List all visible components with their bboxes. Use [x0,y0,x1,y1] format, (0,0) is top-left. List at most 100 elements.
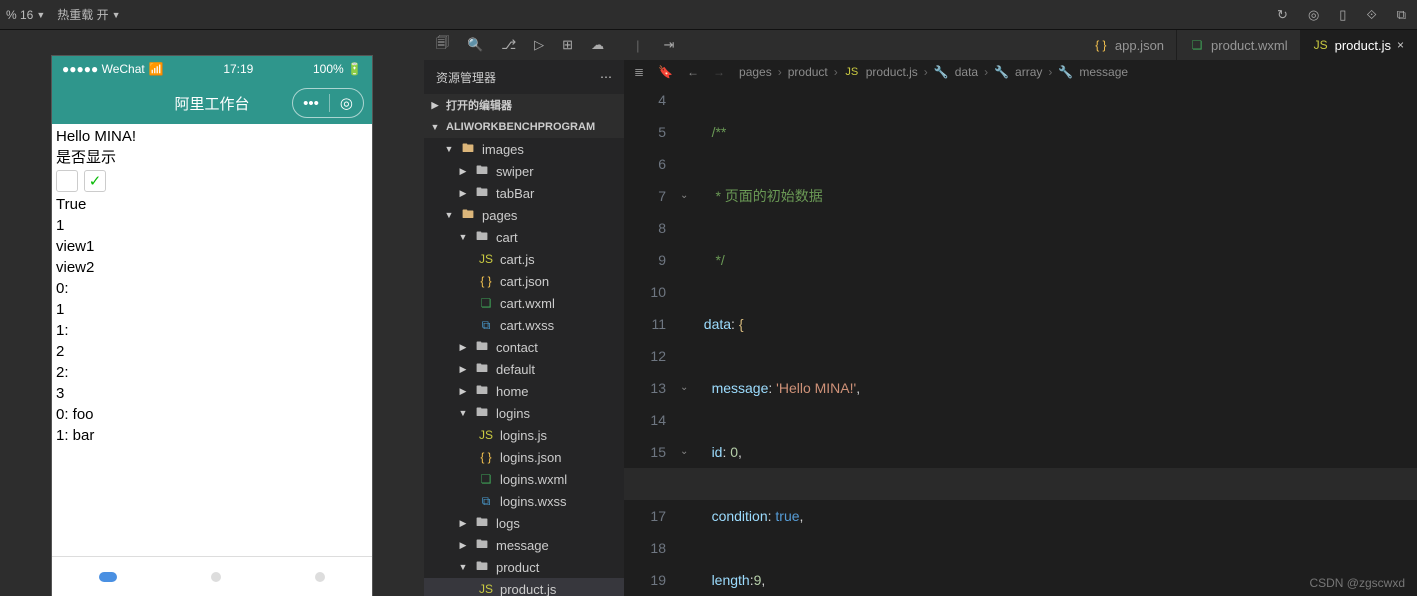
editor-indicator-icon[interactable]: ≣ [634,65,644,79]
files-icon[interactable]: 🗐 [436,34,449,56]
line-gutter: 4 5 6 7 8 9 10 11 12 13 14 15 16 17 [624,84,680,596]
folder-images[interactable]: ▼🖿images [424,138,624,160]
folder-home[interactable]: ▶🖿home [424,380,624,402]
section-project[interactable]: ▼ALIWORKBENCHPROGRAM [424,116,624,138]
text-line: 1 [56,299,368,320]
phone-body: Hello MINA! 是否显示 ✓ True 1 view1 view2 0:… [52,124,372,556]
tab-productwxml[interactable]: ❏ product.wxml [1177,30,1301,60]
code-content[interactable]: /** * 页面的初始数据 */ data: { message: 'Hello… [696,84,1417,596]
checkbox-checked[interactable]: ✓ [84,170,106,192]
file-cartwxml[interactable]: ❏cart.wxml [424,292,624,314]
phone-nav: 阿里工作台 ••• ◎ [52,82,372,124]
debug-icon[interactable]: ▷ [534,37,544,53]
target-icon[interactable]: ◎ [340,94,353,112]
file-tree: ▼🖿images ▶🖿swiper ▶🖿tabBar ▼🖿pages ▼🖿car… [424,138,624,596]
file-cartjs[interactable]: JScart.js [424,248,624,270]
text-line: view1 [56,236,368,257]
folder-tabbar[interactable]: ▶🖿tabBar [424,182,624,204]
tab-dot[interactable] [315,572,325,582]
json-icon: { } [478,274,494,288]
text-line: Hello MINA! [56,126,368,147]
folder-icon: 🖿 [460,139,476,160]
checkbox-unchecked[interactable] [56,170,78,192]
tab-dot-active[interactable] [99,572,117,582]
folder-icon: 🖿 [474,183,490,204]
phone-frame: ●●●●● WeChat📶 17:19 100% 🔋 阿里工作台 ••• ◎ H… [52,56,372,596]
wxss-icon: ⧉ [478,494,494,509]
wxml-icon: ❏ [478,296,494,310]
symbol-icon: 🔧 [934,65,949,79]
page-title: 阿里工作台 [174,93,249,114]
breadcrumb[interactable]: pages› product› JSproduct.js› 🔧data› 🔧ar… [739,65,1128,79]
more-icon[interactable]: ••• [303,95,319,112]
code-area[interactable]: 4 5 6 7 8 9 10 11 12 13 14 15 16 17 [624,84,1417,596]
search-icon[interactable]: 🔍 [467,37,483,53]
text-line: 0: foo [56,404,368,425]
file-cartwxss[interactable]: ⧉cart.wxss [424,314,624,336]
file-cartjson[interactable]: { }cart.json [424,270,624,292]
wxml-icon: ❏ [1189,38,1205,52]
app-top-toolbar: % 16▼ 热重载 开▼ ↻ ◎ ▯ ⟐ ⧉ [0,0,1417,30]
symbol-icon: 🔧 [1058,65,1073,79]
folder-icon: 🖿 [474,513,490,534]
phone-clock: 17:19 [223,62,253,76]
tab-dot[interactable] [211,572,221,582]
popout-icon[interactable]: ⧉ [1397,7,1406,23]
tab-productjs[interactable]: JS product.js × [1301,30,1417,60]
js-icon: JS [1313,38,1329,52]
folder-icon: 🖿 [460,205,476,226]
folder-icon: 🖿 [474,381,490,402]
folder-icon: 🖿 [474,161,490,182]
cloud-icon[interactable]: ☁ [591,37,604,53]
section-open-editors[interactable]: ▶打开的编辑器 [424,94,624,116]
js-icon: JS [478,428,494,442]
file-loginswxml[interactable]: ❏logins.wxml [424,468,624,490]
hot-reload-dropdown[interactable]: 热重载 开▼ [57,6,120,23]
folder-icon: 🖿 [474,227,490,248]
folder-icon: 🖿 [474,337,490,358]
refresh-icon[interactable]: ↻ [1277,7,1288,23]
more-icon[interactable]: ⋯ [600,70,612,84]
folder-logs[interactable]: ▶🖿logs [424,512,624,534]
folder-icon: 🖿 [474,403,490,424]
text-line: 2 [56,341,368,362]
folder-icon: 🖿 [474,557,490,578]
bookmark-icon[interactable]: 🔖 [658,65,673,79]
tool-icon[interactable]: ⟐ [1366,7,1376,23]
menu-capsule[interactable]: ••• ◎ [292,88,364,118]
text-line: True [56,194,368,215]
extensions-icon[interactable]: ⊞ [562,37,573,53]
close-icon[interactable]: × [1397,38,1404,52]
text-line: 1: [56,320,368,341]
zoom-dropdown[interactable]: % 16▼ [6,8,45,22]
nav-back-icon[interactable]: ← [687,65,699,79]
nav-fwd-icon[interactable]: → [713,65,725,79]
folder-cart[interactable]: ▼🖿cart [424,226,624,248]
folder-contact[interactable]: ▶🖿contact [424,336,624,358]
breadcrumb-row: ≣ 🔖 ← → pages› product› JSproduct.js› 🔧d… [624,60,1417,84]
folder-product[interactable]: ▼🖿product [424,556,624,578]
editor: ≣ 🔖 ← → pages› product› JSproduct.js› 🔧d… [624,60,1417,596]
folder-message[interactable]: ▶🖿message [424,534,624,556]
json-icon: { } [1093,38,1109,52]
file-loginsjs[interactable]: JSlogins.js [424,424,624,446]
fold-column[interactable]: ⌄ ⌄⌄ [680,84,696,596]
device-icon[interactable]: ▯ [1339,7,1346,23]
file-loginsjson[interactable]: { }logins.json [424,446,624,468]
record-icon[interactable]: ◎ [1308,7,1319,23]
login-icon[interactable]: ⇥ [663,37,674,53]
branch-icon[interactable]: ⎇ [501,37,516,53]
file-productjs[interactable]: JSproduct.js [424,578,624,596]
folder-pages[interactable]: ▼🖿pages [424,204,624,226]
wifi-icon: 📶 [149,62,164,76]
phone-tabbar [52,556,372,596]
folder-swiper[interactable]: ▶🖿swiper [424,160,624,182]
json-icon: { } [478,450,494,464]
file-loginswxss[interactable]: ⧉logins.wxss [424,490,624,512]
text-line: 1 [56,215,368,236]
tab-appjson[interactable]: { } app.json [1081,30,1177,60]
battery-icon: 🔋 [347,62,362,76]
js-icon: JS [478,582,494,596]
folder-logins[interactable]: ▼🖿logins [424,402,624,424]
folder-default[interactable]: ▶🖿default [424,358,624,380]
